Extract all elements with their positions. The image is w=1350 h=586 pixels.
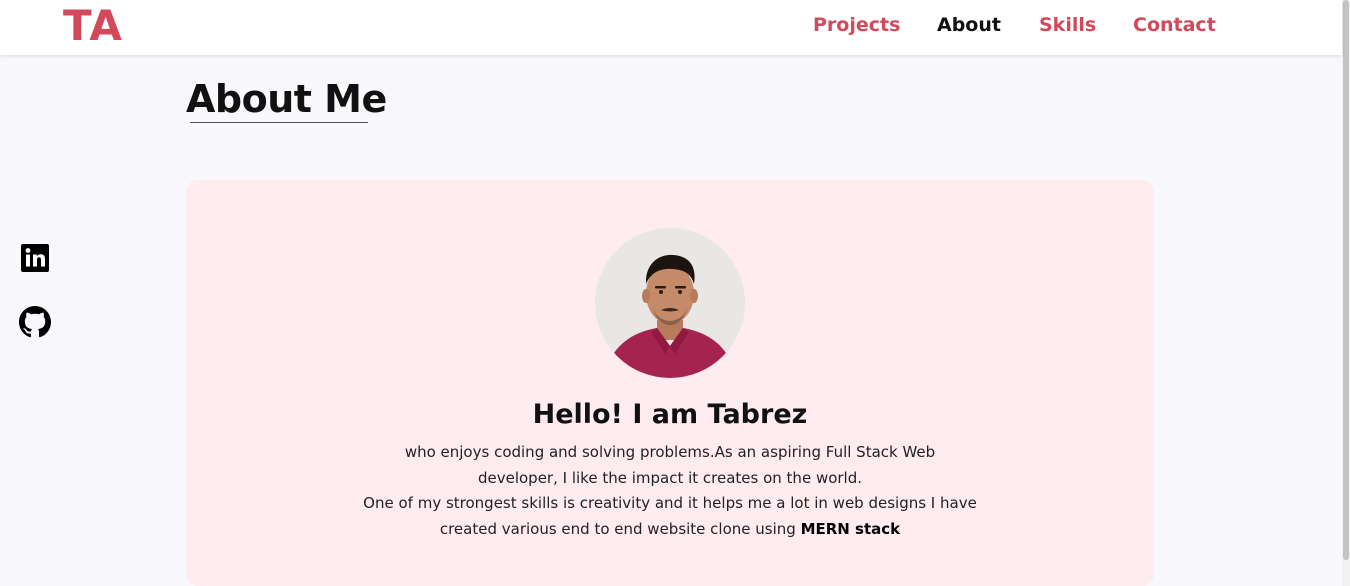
about-description: who enjoys coding and solving problems.A…	[404, 443, 936, 487]
github-link[interactable]	[19, 306, 51, 338]
about-skills-text: One of my strongest skills is creativity…	[340, 490, 1000, 542]
section-title: About Me	[186, 77, 387, 121]
logo[interactable]: TA	[63, 2, 123, 50]
title-underline	[190, 122, 368, 123]
linkedin-link[interactable]	[19, 242, 51, 274]
greeting-heading: Hello! I am Tabrez	[532, 399, 808, 430]
profile-photo	[595, 228, 745, 378]
nav-link-contact[interactable]: Contact	[1133, 13, 1216, 37]
mern-stack-highlight: MERN stack	[800, 520, 901, 538]
vertical-scrollbar[interactable]	[1342, 0, 1350, 586]
navbar: TA Projects About Skills Contact	[0, 0, 1342, 55]
github-icon	[19, 306, 51, 338]
about-card: Hello! I am Tabrez who enjoys coding and…	[186, 180, 1154, 586]
nav-link-skills[interactable]: Skills	[1039, 13, 1096, 37]
linkedin-icon	[21, 244, 49, 272]
profile-avatar	[595, 228, 745, 378]
scrollbar-thumb[interactable]	[1343, 0, 1349, 560]
nav-link-projects[interactable]: Projects	[813, 13, 900, 37]
nav-link-about[interactable]: About	[937, 13, 1001, 37]
